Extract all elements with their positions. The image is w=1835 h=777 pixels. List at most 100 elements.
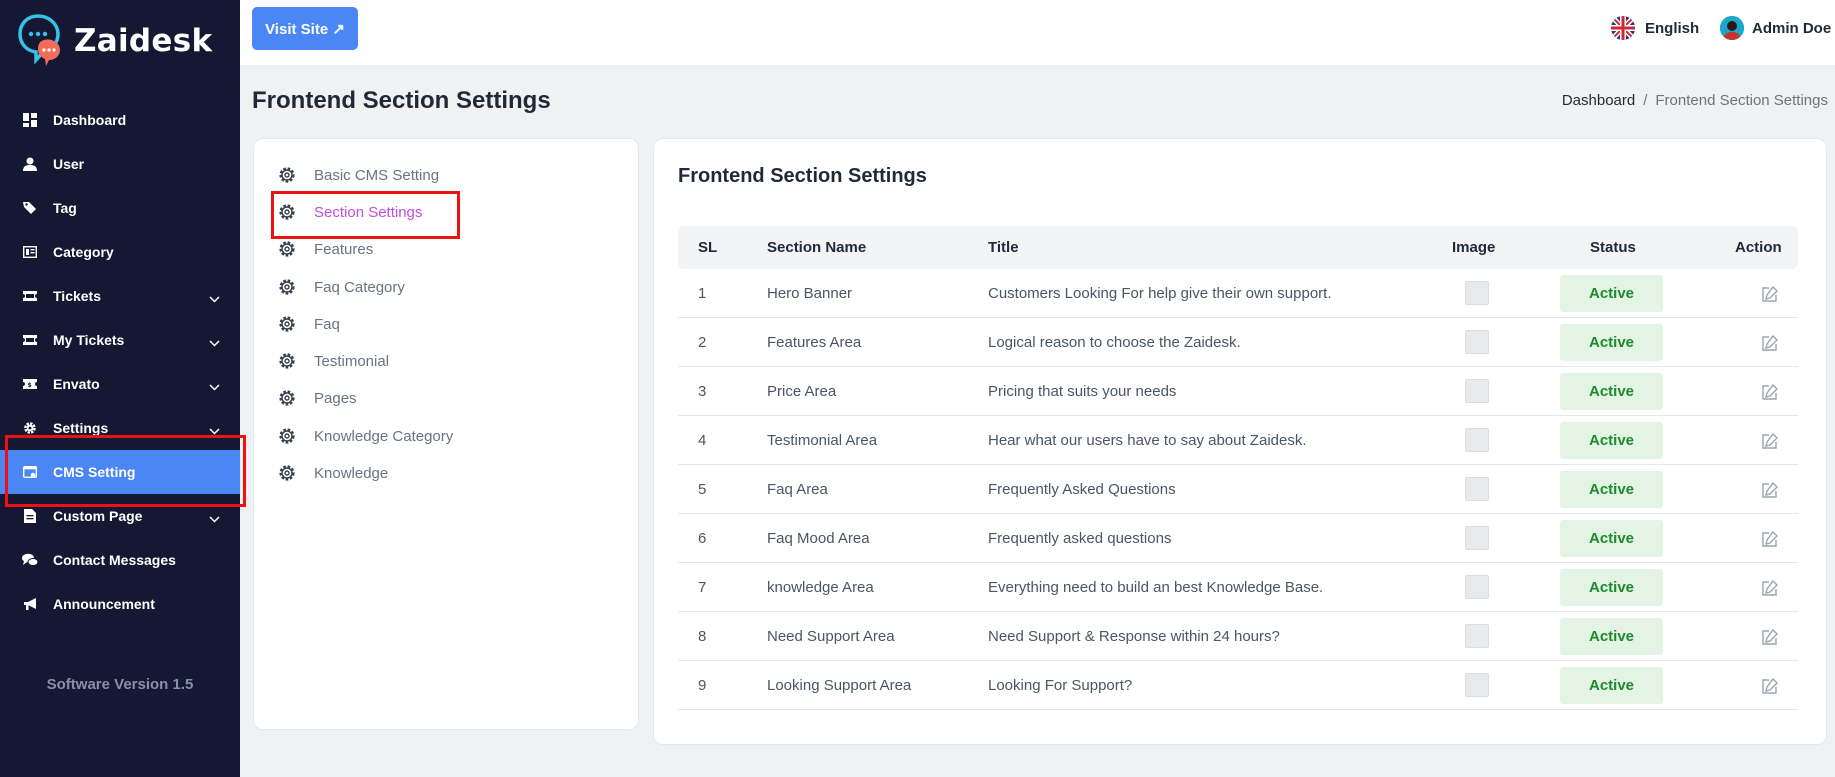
edit-icon[interactable] [1761, 530, 1779, 548]
sidebar-item-label: Contact Messages [53, 552, 176, 568]
menu-item-features[interactable]: Features [278, 238, 373, 260]
cell-title: Frequently asked questions [988, 530, 1172, 547]
sidebar-item-label: Envato [53, 376, 100, 392]
messages-icon [22, 552, 38, 568]
table-row: 7 knowledge Area Everything need to buil… [678, 563, 1798, 612]
edit-icon[interactable] [1761, 334, 1779, 352]
sidebar-item-envato[interactable]: $ Envato [0, 362, 240, 406]
header-title: Title [988, 239, 1019, 256]
breadcrumb-separator: / [1643, 92, 1648, 109]
sidebar-item-tag[interactable]: Tag [0, 186, 240, 230]
status-badge[interactable]: Active [1560, 373, 1663, 410]
breadcrumb-dashboard[interactable]: Dashboard [1562, 92, 1635, 109]
user-icon [22, 156, 38, 172]
image-thumbnail[interactable] [1465, 477, 1489, 501]
breadcrumb: Dashboard / Frontend Section Settings [1562, 92, 1828, 109]
chevron-down-icon [209, 290, 220, 306]
uk-flag-icon [1611, 16, 1635, 40]
page-icon [22, 508, 38, 524]
cell-section-name: Need Support Area [767, 628, 895, 645]
menu-item-label: Knowledge [314, 464, 389, 482]
sidebar-item-dashboard[interactable]: Dashboard [0, 98, 240, 142]
cell-sl: 6 [698, 530, 707, 547]
cell-title: Need Support & Response within 24 hours? [988, 628, 1280, 645]
menu-item-section-settings[interactable]: Section Settings [278, 201, 422, 223]
menu-item-faq[interactable]: Faq [278, 313, 340, 335]
status-badge[interactable]: Active [1560, 618, 1663, 655]
edit-icon[interactable] [1761, 285, 1779, 303]
cell-title: Customers Looking For help give their ow… [988, 285, 1332, 302]
breadcrumb-current: Frontend Section Settings [1655, 92, 1828, 109]
cell-title: Frequently Asked Questions [988, 481, 1176, 498]
sidebar-item-tickets[interactable]: Tickets [0, 274, 240, 318]
edit-icon[interactable] [1761, 481, 1779, 499]
menu-item-knowledge-category[interactable]: Knowledge Category [278, 425, 453, 447]
image-thumbnail[interactable] [1465, 624, 1489, 648]
sidebar-item-custom-page[interactable]: Custom Page [0, 494, 240, 538]
menu-item-pages[interactable]: Pages [278, 387, 357, 409]
status-badge[interactable]: Active [1560, 667, 1663, 704]
status-badge[interactable]: Active [1560, 471, 1663, 508]
language-selector[interactable]: English [1611, 16, 1699, 40]
sidebar-item-contact-messages[interactable]: Contact Messages [0, 538, 240, 582]
edit-icon[interactable] [1761, 432, 1779, 450]
category-icon [22, 244, 38, 260]
status-badge[interactable]: Active [1560, 520, 1663, 557]
envato-icon: $ [22, 376, 38, 392]
image-thumbnail[interactable] [1465, 428, 1489, 452]
megaphone-icon [22, 596, 38, 612]
cell-title: Logical reason to choose the Zaidesk. [988, 334, 1241, 351]
image-thumbnail[interactable] [1465, 526, 1489, 550]
edit-icon[interactable] [1761, 628, 1779, 646]
edit-icon[interactable] [1761, 677, 1779, 695]
image-thumbnail[interactable] [1465, 575, 1489, 599]
table-header: SL Section Name Title Image Status Actio… [678, 226, 1798, 269]
menu-item-label: Knowledge Category [314, 427, 454, 445]
header-image: Image [1452, 239, 1496, 256]
chevron-down-icon [209, 422, 220, 438]
image-thumbnail[interactable] [1465, 281, 1489, 305]
gear-icon [278, 278, 296, 296]
menu-item-testimonial[interactable]: Testimonial [278, 350, 389, 372]
cell-sl: 2 [698, 334, 707, 351]
sidebar-item-user[interactable]: User [0, 142, 240, 186]
status-badge[interactable]: Active [1560, 275, 1663, 312]
sidebar: Zaidesk Dashboard User Tag Category Tick… [0, 0, 240, 777]
status-badge[interactable]: Active [1560, 422, 1663, 459]
language-label: English [1645, 19, 1700, 37]
visit-site-button[interactable]: Visit Site ↗ [252, 7, 358, 50]
sidebar-item-label: User [53, 156, 85, 172]
image-thumbnail[interactable] [1465, 330, 1489, 354]
cms-icon [22, 464, 38, 480]
menu-item-knowledge[interactable]: Knowledge [278, 462, 388, 484]
cell-section-name: Price Area [767, 383, 837, 400]
user-menu[interactable]: Admin Doe [1720, 16, 1831, 40]
sidebar-item-my-tickets[interactable]: My Tickets [0, 318, 240, 362]
brand[interactable]: Zaidesk [18, 14, 212, 68]
gear-icon [278, 389, 296, 407]
header-status: Status [1590, 239, 1636, 256]
status-badge[interactable]: Active [1560, 569, 1663, 606]
table-row: 8 Need Support Area Need Support & Respo… [678, 612, 1798, 661]
image-thumbnail[interactable] [1465, 673, 1489, 697]
sidebar-item-announcement[interactable]: Announcement [0, 582, 240, 626]
cell-sl: 9 [698, 677, 707, 694]
user-name: Admin Doe [1752, 19, 1832, 37]
sidebar-item-cms-setting[interactable]: CMS Setting [0, 450, 240, 494]
dashboard-icon [22, 112, 38, 128]
sidebar-item-category[interactable]: Category [0, 230, 240, 274]
status-badge[interactable]: Active [1560, 324, 1663, 361]
gear-icon [278, 240, 296, 258]
sidebar-item-settings[interactable]: Settings [0, 406, 240, 450]
image-thumbnail[interactable] [1465, 379, 1489, 403]
edit-icon[interactable] [1761, 579, 1779, 597]
sidebar-item-label: Tickets [53, 288, 101, 304]
edit-icon[interactable] [1761, 383, 1779, 401]
sidebar-item-label: Tag [53, 200, 77, 216]
gear-icon [278, 166, 296, 184]
menu-item-label: Features [314, 240, 374, 258]
sidebar-item-label: Announcement [53, 596, 155, 612]
cell-sl: 7 [698, 579, 707, 596]
menu-item-faq-category[interactable]: Faq Category [278, 276, 405, 298]
menu-item-basic-cms-setting[interactable]: Basic CMS Setting [278, 164, 439, 186]
